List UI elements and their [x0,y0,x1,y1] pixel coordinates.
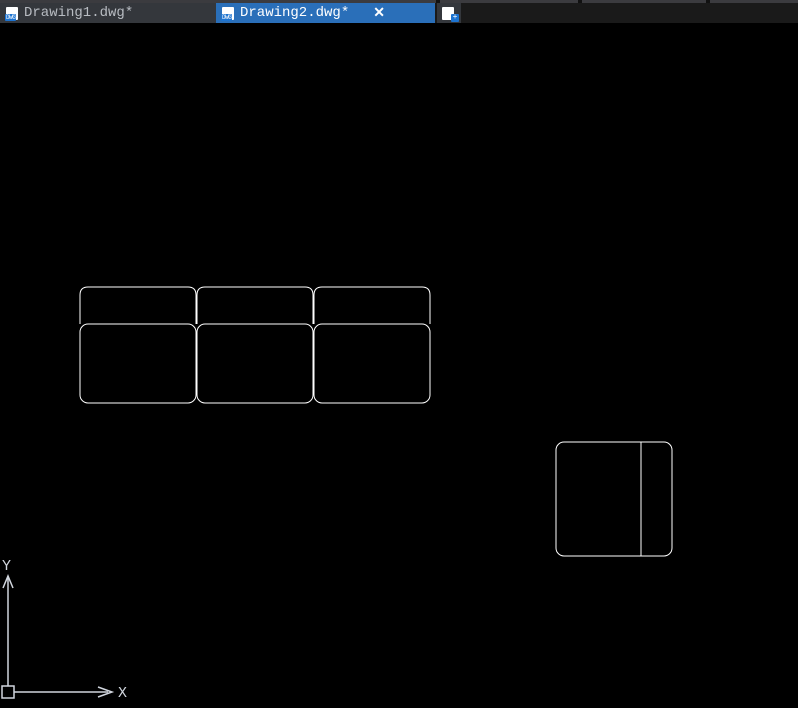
tab-drawing2[interactable]: Drawing2.dwg* ✕ [216,3,435,23]
ucs-x-label: X [118,685,127,702]
tab-drawing1[interactable]: Drawing1.dwg* [0,3,216,23]
ucs-icon: Y X [0,543,130,703]
new-tab-button[interactable]: + [435,3,461,23]
plus-icon: + [451,14,459,22]
close-tab-icon[interactable]: ✕ [373,5,385,22]
dwg-file-icon [6,7,20,20]
cabinet-drawing [555,441,673,557]
sofa-drawing [79,286,431,404]
drawing-canvas[interactable]: Y X [0,23,798,675]
new-file-icon: + [442,7,456,20]
ucs-y-label: Y [2,558,11,575]
dwg-file-icon [222,7,236,20]
document-tab-strip: Drawing1.dwg* Drawing2.dwg* ✕ + [0,3,798,23]
tab-label: Drawing1.dwg* [24,5,133,21]
tab-label: Drawing2.dwg* [240,5,349,21]
